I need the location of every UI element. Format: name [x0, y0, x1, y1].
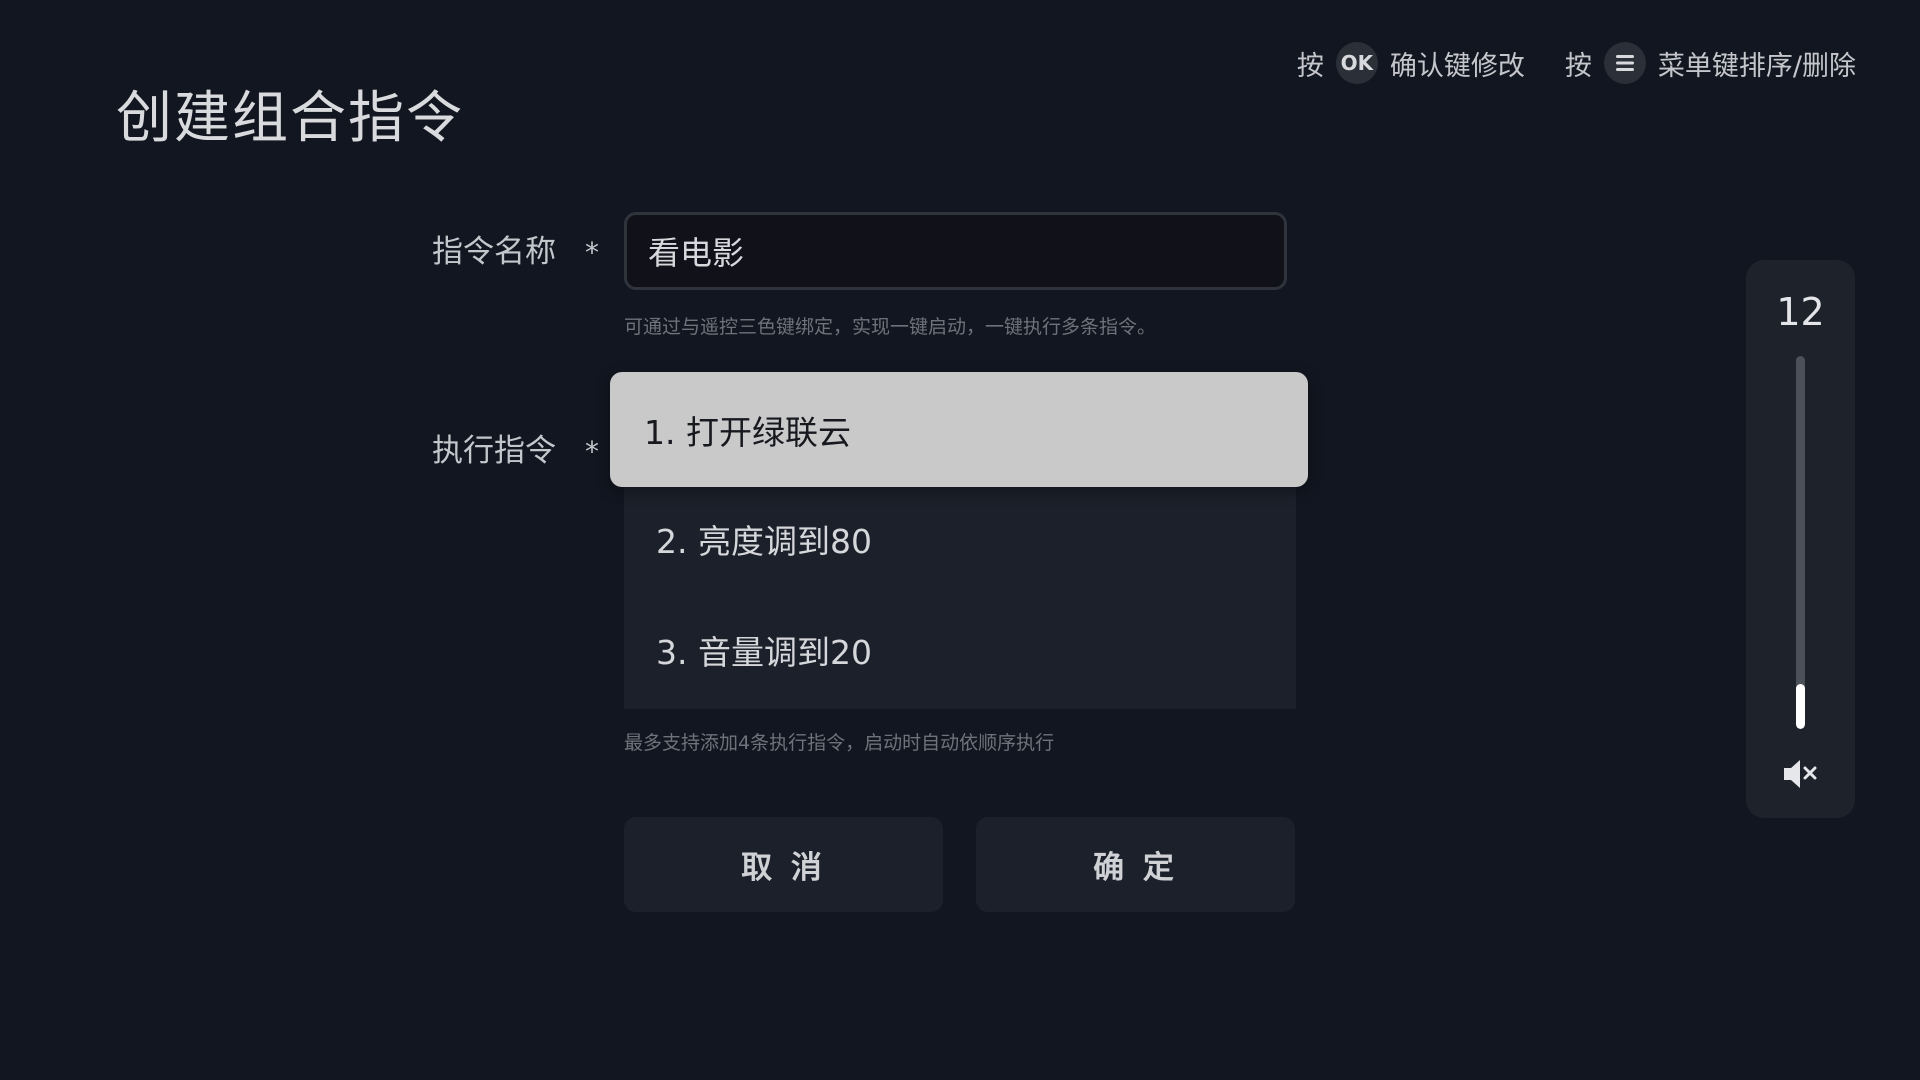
ok-hint-text: 确认键修改	[1389, 50, 1525, 82]
command-item-label: 3. 音量调到20	[656, 633, 872, 672]
command-item-3[interactable]: 3. 音量调到20	[624, 605, 1296, 695]
cancel-button[interactable]: 取 消	[624, 817, 943, 912]
key-hints: 按 OK 确认键修改 按 菜单键排序/删除	[1297, 40, 1856, 86]
menu-hint-prefix: 按	[1564, 50, 1592, 82]
command-item-1[interactable]: 1. 打开绿联云	[610, 372, 1308, 487]
volume-panel: 12	[1746, 260, 1855, 818]
name-hint: 可通过与遥控三色键绑定，实现一键启动，一键执行多条指令。	[624, 316, 1157, 338]
volume-value: 12	[1776, 290, 1825, 334]
command-name-value: 看电影	[648, 234, 745, 272]
menu-icon	[1603, 42, 1646, 84]
menu-hint: 按 菜单键排序/删除	[1565, 42, 1856, 84]
command-name-input[interactable]: 看电影	[624, 212, 1287, 290]
command-item-2[interactable]: 2. 亮度调到80	[624, 494, 1296, 584]
ok-hint-prefix: 按	[1296, 50, 1324, 82]
commands-label: 执行指令	[432, 433, 556, 469]
volume-slider-fill	[1796, 684, 1805, 729]
page-title: 创建组合指令	[116, 86, 464, 151]
ok-hint: 按 OK 确认键修改	[1297, 42, 1525, 84]
ok-key-icon: OK	[1335, 42, 1378, 84]
name-label: 指令名称	[432, 234, 556, 270]
commands-hint: 最多支持添加4条执行指令，启动时自动依顺序执行	[624, 732, 1055, 754]
volume-slider[interactable]	[1796, 356, 1805, 729]
menu-hint-text: 菜单键排序/删除	[1657, 50, 1856, 82]
commands-required-mark: *	[585, 435, 599, 468]
command-item-label: 2. 亮度调到80	[656, 522, 872, 561]
confirm-button[interactable]: 确 定	[976, 817, 1295, 912]
name-required-mark: *	[585, 236, 599, 269]
mute-icon	[1782, 757, 1820, 791]
command-item-label: 1. 打开绿联云	[644, 412, 851, 452]
